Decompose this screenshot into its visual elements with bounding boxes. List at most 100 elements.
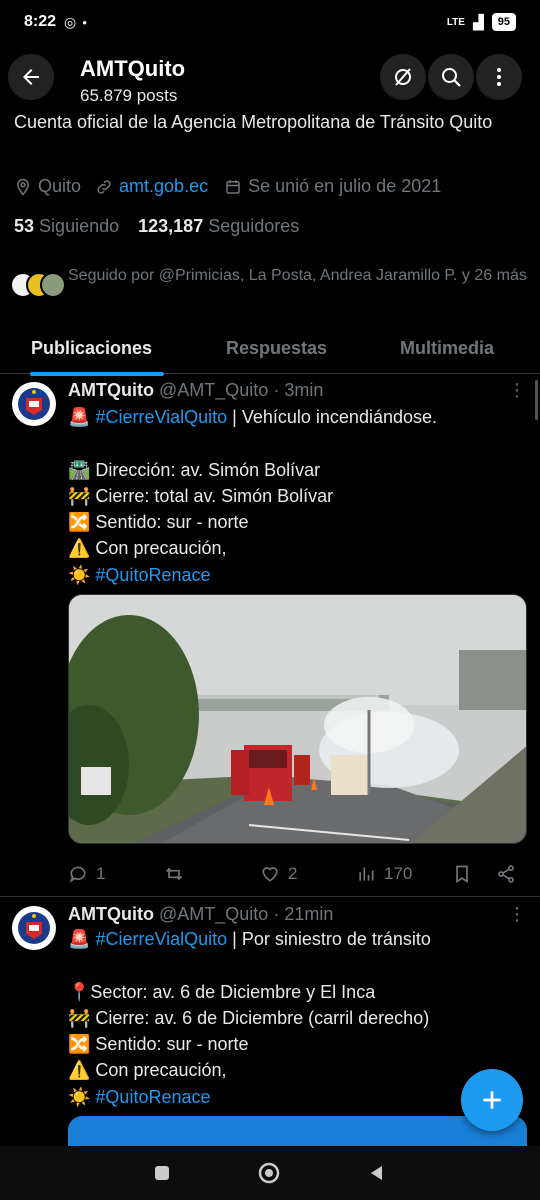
tweet-line-text: Sentido: sur - norte — [90, 512, 249, 533]
warning-emoji: ⚠️ — [68, 538, 91, 559]
following-count: 53 — [14, 216, 35, 236]
network-label: LTE — [446, 16, 465, 28]
view-count: 170 — [384, 864, 413, 883]
bar-chart-icon — [359, 867, 374, 881]
share-button[interactable] — [496, 864, 516, 884]
tweet-photo[interactable] — [68, 594, 527, 844]
tweet-line: 🚧 Cierre: total av. Simón Bolívar — [68, 483, 528, 509]
retweet-icon — [165, 867, 183, 881]
followers-count: 123,187 — [138, 216, 204, 236]
hashtag-link[interactable]: #QuitoRenace — [90, 565, 210, 585]
profile-joined-date: Se unió en julio de 2021 — [248, 176, 442, 196]
heart-icon — [262, 867, 278, 882]
sun-emoji: ☀️ — [68, 564, 91, 585]
tweet[interactable]: AMTQuito @AMT_Quito · 3min ⋮ 🚨 #CierreVi… — [0, 376, 540, 896]
tweet-line-text: Dirección: av. Simón Bolívar — [90, 459, 321, 480]
bookmark-button[interactable] — [452, 864, 472, 884]
like-count: 2 — [288, 864, 298, 883]
recent-apps-icon[interactable] — [153, 1164, 171, 1182]
retweet-button[interactable] — [164, 864, 192, 884]
tweet-line: 🔀 Sentido: sur - norte — [68, 1031, 528, 1057]
amt-logo-icon — [13, 383, 55, 425]
tweet-actions: 1 2 170 — [68, 862, 528, 886]
views-button[interactable]: 170 — [356, 864, 412, 884]
tweet-more-button[interactable]: ⋮ — [508, 904, 526, 925]
share-icon — [498, 865, 514, 883]
whatsapp-icon: ◎ — [64, 13, 77, 30]
tweet-handle[interactable]: @AMT_Quito — [159, 904, 268, 924]
status-time: 8:22 — [24, 13, 57, 30]
tweet-time: · 21min — [273, 904, 334, 924]
notification-dot-icon: ● — [82, 17, 88, 27]
search-button[interactable] — [428, 54, 474, 100]
warning-emoji: ⚠️ — [68, 1060, 91, 1081]
following-link[interactable]: 53 Siguiendo — [14, 216, 119, 236]
location-pin-icon — [16, 178, 30, 196]
followers-label: Seguidores — [208, 216, 300, 236]
profile-tabs: Publicaciones Respuestas Multimedia — [0, 324, 540, 376]
back-nav-icon[interactable] — [367, 1163, 387, 1183]
more-vertical-icon — [497, 68, 501, 86]
tweet-divider — [0, 896, 540, 897]
tweet-handle[interactable]: @AMT_Quito — [159, 380, 268, 400]
tweet-line: ☀️ #QuitoRenace — [68, 1084, 528, 1110]
back-button[interactable] — [8, 54, 54, 100]
followers-link[interactable]: 123,187 Seguidores — [138, 216, 299, 236]
compose-post-button[interactable] — [461, 1069, 523, 1131]
profile-website-link[interactable]: amt.gob.ec — [119, 176, 208, 197]
comment-icon — [69, 866, 86, 883]
tweet-line-text: | Por siniestro de tránsito — [227, 929, 431, 949]
siren-emoji: 🚨 — [68, 929, 91, 949]
grok-button[interactable] — [380, 54, 426, 100]
tweet-line: ⚠️ Con precaución, — [68, 1057, 528, 1083]
followed-by-text: Seguido por @Primicias, La Posta, Andrea… — [68, 267, 527, 284]
tweet-more-button[interactable]: ⋮ — [508, 380, 526, 401]
tweet-line: ⚠️ Con precaución, — [68, 535, 528, 561]
fire-truck-scene-image — [69, 595, 526, 843]
hashtag-link[interactable]: #QuitoRenace — [90, 1087, 210, 1107]
tweet-line-text: Con precaución, — [90, 1060, 227, 1081]
like-button[interactable]: 2 — [260, 864, 297, 884]
profile-header: AMTQuito 65.879 posts — [0, 50, 540, 110]
tweet-author-name[interactable]: AMTQuito — [68, 904, 154, 924]
avatar[interactable] — [12, 382, 56, 426]
more-options-button[interactable] — [476, 54, 522, 100]
tweet-line: 📍Sector: av. 6 de Diciembre y El Inca — [68, 979, 528, 1005]
plus-icon — [483, 1091, 501, 1109]
tweet-line: 🚧 Cierre: av. 6 de Diciembre (carril der… — [68, 1005, 528, 1031]
avatar[interactable] — [12, 906, 56, 950]
tweet[interactable]: AMTQuito @AMT_Quito · 21min ⋮ 🚨 #CierreV… — [0, 898, 540, 1146]
tweet-line: 🛣️ Dirección: av. Simón Bolívar — [68, 457, 528, 483]
tweet-line-text: Cierre: total av. Simón Bolívar — [90, 485, 334, 506]
reply-button[interactable]: 1 — [68, 864, 105, 884]
home-icon[interactable] — [257, 1161, 281, 1185]
tab-respuestas[interactable]: Respuestas — [226, 338, 327, 359]
pin-emoji: 📍 — [68, 981, 91, 1002]
siren-emoji: 🚨 — [68, 407, 91, 427]
tweet-text: 🚨 #CierreVialQuito | Vehículo incendiánd… — [68, 404, 528, 588]
hashtag-link[interactable]: #CierreVialQuito — [95, 407, 227, 427]
follower-avatars — [10, 264, 66, 304]
tab-multimedia[interactable]: Multimedia — [400, 338, 494, 359]
tweet-line-text: Sentido: sur - norte — [90, 1034, 249, 1055]
following-label: Siguiendo — [39, 216, 120, 236]
tweet-header: AMTQuito @AMT_Quito · 3min — [68, 380, 323, 401]
followed-by[interactable]: Seguido por @Primicias, La Posta, Andrea… — [10, 264, 530, 304]
shuffle-emoji: 🔀 — [68, 512, 91, 533]
hashtag-link[interactable]: #CierreVialQuito — [95, 929, 227, 949]
tweet-author-name[interactable]: AMTQuito — [68, 380, 154, 400]
bookmark-icon — [456, 865, 468, 884]
avatar — [40, 272, 66, 298]
tweet-header: AMTQuito @AMT_Quito · 21min — [68, 904, 333, 925]
search-icon — [442, 68, 461, 87]
tweet-line: 🚨 #CierreVialQuito | Vehículo incendiánd… — [68, 404, 528, 430]
calendar-icon — [226, 179, 240, 194]
tab-publicaciones[interactable]: Publicaciones — [31, 338, 152, 359]
tweet-media[interactable] — [68, 1116, 527, 1146]
shuffle-emoji: 🔀 — [68, 1034, 91, 1055]
header-post-count: 65.879 posts — [80, 86, 178, 105]
status-bar: 8:22 ◎ ● LTE ▟ 95 — [0, 0, 540, 44]
signal-icon: ▟ — [472, 13, 484, 30]
profile-meta: Quito amt.gob.ec Se unió en julio de 202… — [14, 176, 441, 197]
